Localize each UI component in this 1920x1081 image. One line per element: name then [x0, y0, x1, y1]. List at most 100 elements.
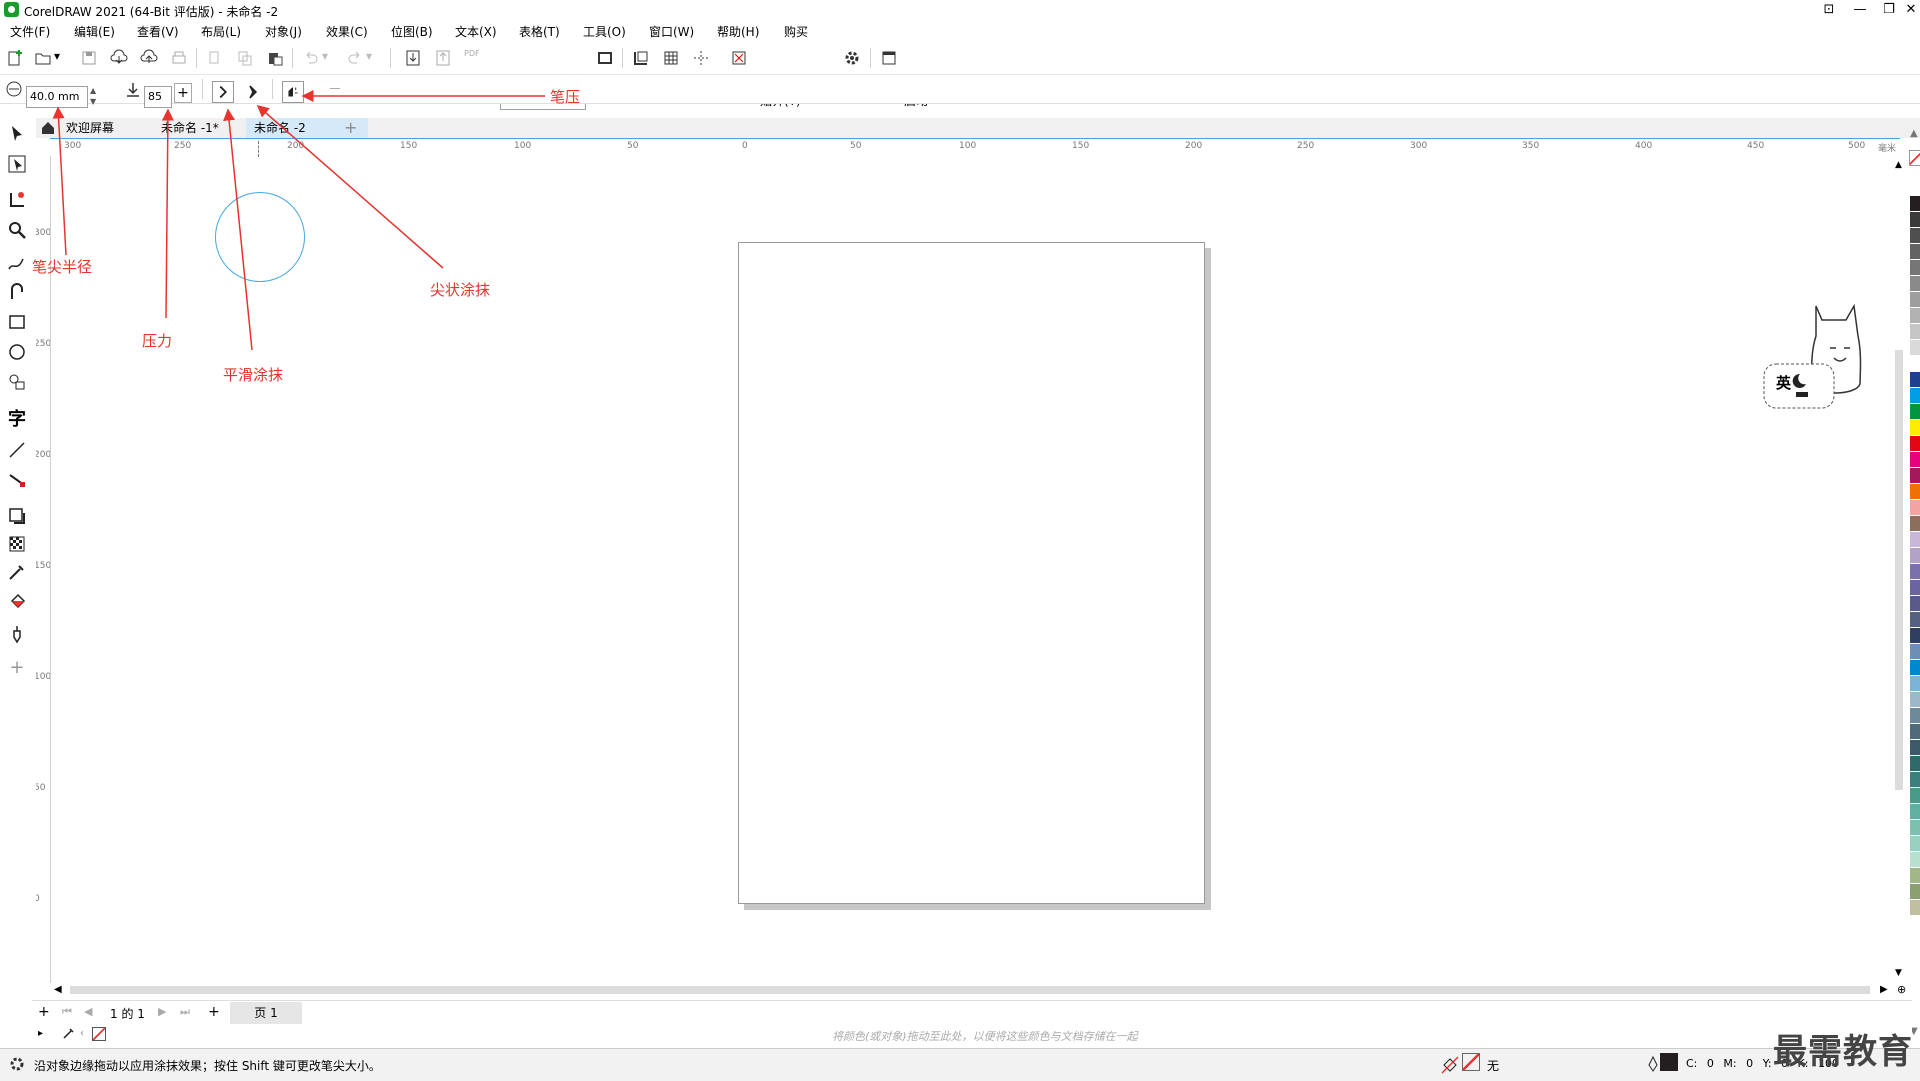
palette-swatch[interactable] [1910, 804, 1920, 820]
full-screen-preview-icon[interactable] [596, 49, 614, 67]
text-tool-icon[interactable]: 字 [6, 405, 28, 430]
menu-window[interactable]: 窗口(W) [649, 23, 694, 40]
palette-swatch[interactable] [1910, 628, 1920, 644]
menu-edit[interactable]: 编辑(E) [74, 23, 115, 40]
palette-swatch[interactable] [1910, 484, 1920, 500]
interactive-fill-tool-icon[interactable] [6, 591, 28, 613]
palette-swatch[interactable] [1910, 276, 1920, 292]
publish-pdf-icon[interactable]: PDF [464, 49, 482, 67]
palette-scroll-up-icon[interactable]: ▲ [1910, 128, 1918, 139]
menu-table[interactable]: 表格(T) [519, 23, 560, 40]
first-page-icon[interactable]: ⏮ [62, 1005, 72, 1019]
rectangle-tool-icon[interactable] [6, 311, 28, 333]
options-gear-icon[interactable] [843, 49, 861, 67]
palette-swatch[interactable] [1910, 420, 1920, 436]
show-guidelines-icon[interactable] [692, 49, 710, 67]
zoom-tool-icon[interactable] [6, 219, 28, 241]
pick-tool-icon[interactable] [6, 123, 28, 145]
open-icon[interactable] [34, 49, 52, 67]
menu-text[interactable]: 文本(X) [455, 23, 497, 40]
palette-swatch[interactable] [1910, 596, 1920, 612]
pressure-add-button[interactable]: + [174, 83, 192, 103]
palette-swatch[interactable] [1910, 228, 1920, 244]
palette-swatch[interactable] [1910, 212, 1920, 228]
palette-swatch[interactable] [1910, 340, 1920, 356]
palette-swatch[interactable] [1910, 708, 1920, 724]
palette-swatch[interactable] [1910, 308, 1920, 324]
tray-no-color-swatch[interactable] [92, 1027, 106, 1041]
pointed-smear-button[interactable] [242, 81, 264, 103]
menu-bitmaps[interactable]: 位图(B) [391, 23, 433, 40]
eyedropper-icon[interactable] [62, 1026, 76, 1043]
smart-fill-tool-icon[interactable] [6, 623, 28, 645]
undo-icon[interactable] [302, 49, 320, 67]
launch-icon[interactable] [880, 49, 898, 67]
cloud-download-icon[interactable] [110, 49, 128, 67]
fill-indicator-icon[interactable] [1440, 1055, 1460, 1078]
smooth-smear-button[interactable] [212, 81, 234, 103]
customize-toolbox-icon[interactable]: + [6, 657, 28, 679]
palette-swatch[interactable] [1910, 180, 1920, 196]
palette-swatch[interactable] [1910, 724, 1920, 740]
show-rulers-icon[interactable] [632, 49, 650, 67]
page-tab[interactable]: 页 1 [230, 1002, 302, 1024]
palette-swatch[interactable] [1910, 820, 1920, 836]
drop-shadow-tool-icon[interactable] [6, 505, 28, 527]
pen-pressure-button[interactable] [282, 81, 304, 103]
minimize-button[interactable]: — [1845, 0, 1875, 20]
scroll-down-icon[interactable]: ▼ [1895, 968, 1902, 978]
scroll-right-icon[interactable]: ▶ [1880, 984, 1888, 995]
palette-swatch[interactable] [1910, 404, 1920, 420]
palette-swatch[interactable] [1910, 740, 1920, 756]
palette-swatch[interactable] [1910, 564, 1920, 580]
add-page-after-icon[interactable]: + [208, 1004, 220, 1020]
color-palette[interactable] [1910, 180, 1920, 1020]
print-icon[interactable] [170, 49, 188, 67]
previous-page-icon[interactable]: ◀ [84, 1005, 92, 1018]
pressure-field[interactable]: 85 [144, 86, 172, 108]
palette-swatch[interactable] [1910, 836, 1920, 852]
new-document-icon[interactable] [6, 49, 24, 67]
restore-button[interactable]: ❐ [1874, 0, 1904, 20]
palette-swatch[interactable] [1910, 580, 1920, 596]
redo-dropdown-icon[interactable]: ▾ [366, 49, 376, 67]
nib-radius-spinner[interactable]: ▲ ▼ [90, 85, 102, 107]
tab-welcome-screen[interactable]: 欢迎屏幕 [58, 118, 150, 138]
next-page-icon[interactable]: ▶ [158, 1005, 166, 1018]
palette-swatch[interactable] [1910, 436, 1920, 452]
horizontal-ruler[interactable]: 300 250 200 150 100 50 0 50 100 150 200 … [50, 138, 1900, 158]
ime-cat-widget[interactable]: 英 [1762, 296, 1882, 416]
last-page-icon[interactable]: ⏭ [180, 1005, 190, 1019]
vertical-scroll-thumb[interactable] [1895, 350, 1903, 790]
cut-icon[interactable] [206, 49, 224, 67]
horizontal-scroll-thumb[interactable] [70, 986, 1870, 994]
copy-icon[interactable] [236, 49, 254, 67]
snap-off-icon[interactable] [730, 49, 748, 67]
tray-expand-icon[interactable]: ▸ [38, 1028, 43, 1039]
palette-swatch[interactable] [1910, 324, 1920, 340]
palette-swatch[interactable] [1910, 756, 1920, 772]
palette-swatch[interactable] [1910, 516, 1920, 532]
ellipse-tool-icon[interactable] [6, 341, 28, 363]
nib-radius-field[interactable]: 40.0 mm [26, 86, 88, 108]
color-eyedropper-tool-icon[interactable] [6, 561, 28, 583]
scroll-left-icon[interactable]: ◀ [54, 984, 62, 995]
close-button[interactable]: ✕ [1902, 0, 1920, 20]
palette-swatch[interactable] [1910, 292, 1920, 308]
menu-file[interactable]: 文件(F) [10, 23, 50, 40]
crop-tool-icon[interactable] [6, 189, 28, 211]
export-icon[interactable] [434, 49, 452, 67]
palette-swatch[interactable] [1910, 852, 1920, 868]
add-page-before-icon[interactable]: + [38, 1004, 50, 1020]
palette-swatch[interactable] [1910, 772, 1920, 788]
outline-color-swatch[interactable] [1660, 1053, 1678, 1071]
palette-swatch[interactable] [1910, 196, 1920, 212]
no-color-swatch[interactable] [1909, 150, 1920, 166]
palette-swatch[interactable] [1910, 788, 1920, 804]
polygon-tool-icon[interactable] [6, 371, 28, 393]
menu-help[interactable]: 帮助(H) [717, 23, 759, 40]
palette-swatch[interactable] [1910, 612, 1920, 628]
menu-buy[interactable]: 购买 [784, 23, 808, 40]
palette-swatch[interactable] [1910, 372, 1920, 388]
menu-view[interactable]: 查看(V) [137, 23, 179, 40]
